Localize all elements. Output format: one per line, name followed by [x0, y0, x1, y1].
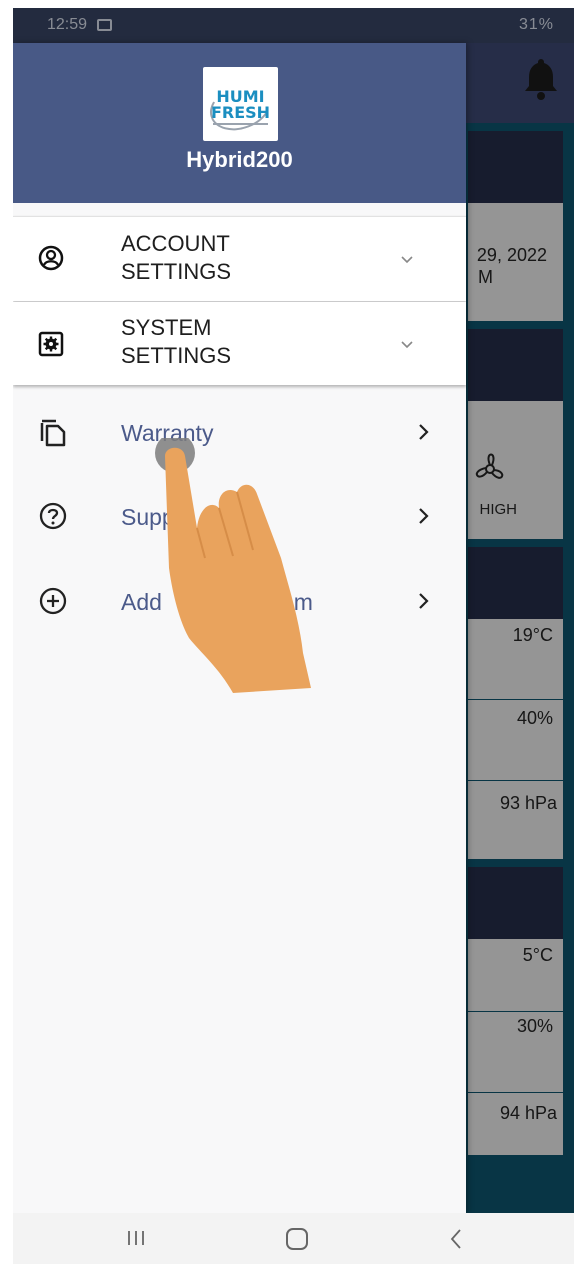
chevron-right-icon — [419, 508, 429, 524]
system-settings-label-line2: SETTINGS — [121, 343, 232, 368]
chevron-right-icon — [419, 593, 429, 609]
account-circle-icon — [38, 245, 64, 271]
logo-swoop — [213, 123, 268, 125]
system-settings-label-line1: SYSTEM — [121, 315, 212, 340]
tap-hand-icon — [155, 438, 311, 693]
system-settings-label: SYSTEM SETTINGS — [121, 314, 231, 370]
copy-document-icon — [40, 419, 66, 447]
account-settings-section[interactable]: ACCOUNT SETTINGS — [13, 216, 466, 301]
settings-box-icon — [38, 331, 64, 357]
home-button[interactable] — [286, 1228, 308, 1250]
back-icon[interactable] — [449, 1227, 463, 1251]
system-navigation-bar — [13, 1213, 574, 1264]
humifresh-logo: HUMI FRESH — [203, 67, 278, 141]
device-name: Hybrid200 — [186, 147, 293, 172]
recent-apps-icon[interactable] — [126, 1229, 146, 1247]
account-settings-label-line1: ACCOUNT — [121, 231, 230, 256]
system-settings-section[interactable]: SYSTEM SETTINGS — [13, 302, 466, 385]
help-circle-icon — [39, 502, 67, 530]
chevron-right-icon — [419, 424, 429, 440]
chevron-down-icon — [401, 341, 413, 349]
drawer-header: HUMI FRESH Hybrid200 — [13, 43, 466, 203]
phone-screen: 12:59 31% 29, 2022 M HIGH 19°C 40% 93 hP… — [13, 8, 574, 1264]
account-settings-label-line2: SETTINGS — [121, 259, 232, 284]
add-circle-icon — [39, 587, 67, 615]
chevron-down-icon — [401, 256, 413, 264]
account-settings-label: ACCOUNT SETTINGS — [121, 230, 231, 286]
logo-text-line2: FRESH — [210, 103, 271, 122]
